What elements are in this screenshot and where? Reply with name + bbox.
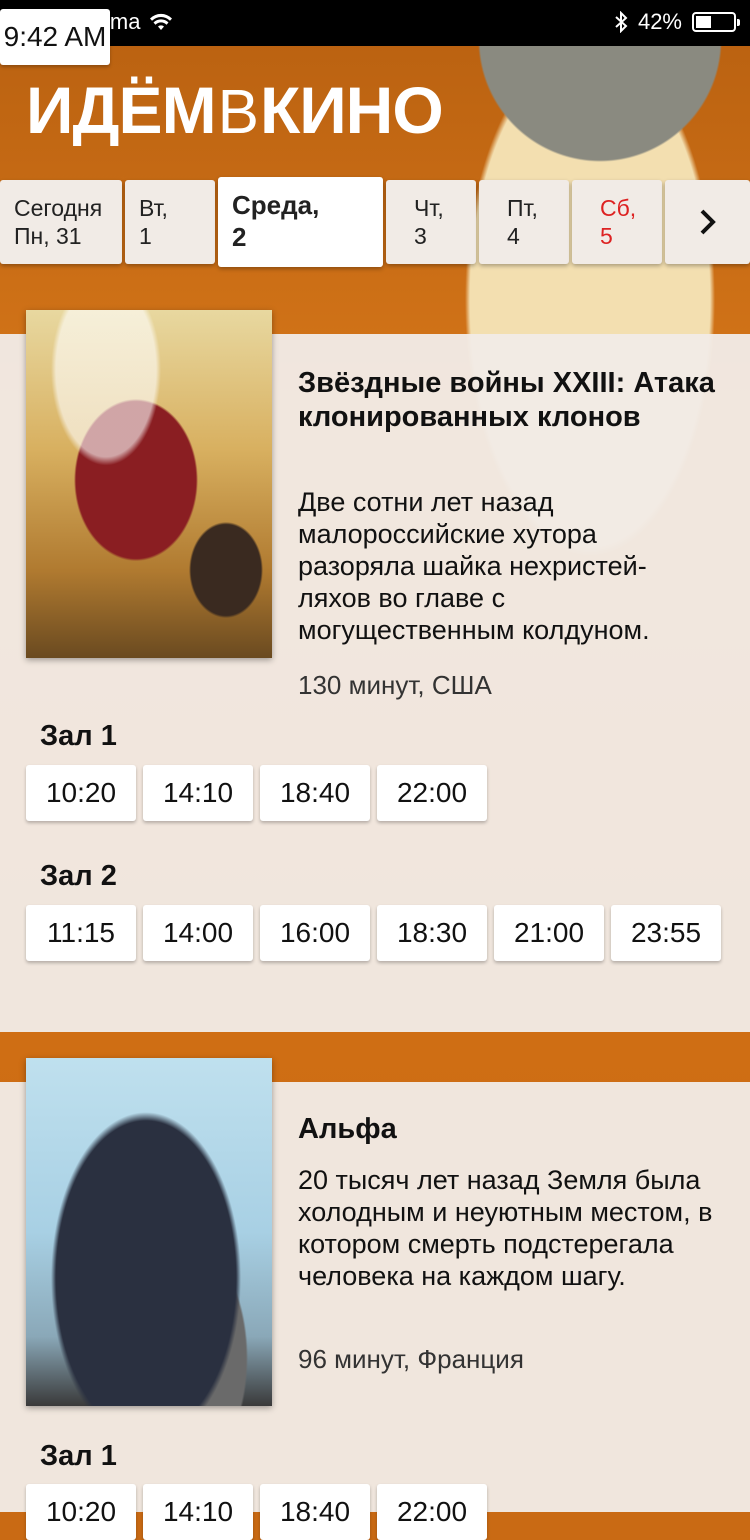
- movie-meta: 96 минут, Франция: [298, 1344, 524, 1374]
- showtime-button[interactable]: 18:40: [260, 765, 370, 821]
- showtime-button[interactable]: 23:55: [611, 905, 721, 961]
- logo-part-3: КИНО: [259, 73, 444, 147]
- showtime-button[interactable]: 11:15: [26, 905, 136, 961]
- day-tab-label: Чт,: [414, 195, 444, 221]
- battery-icon: [692, 12, 740, 32]
- showtime-button[interactable]: 14:10: [143, 765, 253, 821]
- logo-part-2: В: [217, 78, 259, 147]
- day-tab-date: 3: [414, 223, 427, 249]
- showtime-button[interactable]: 22:00: [377, 765, 487, 821]
- movie-poster[interactable]: [26, 310, 272, 658]
- next-days-button[interactable]: [665, 180, 750, 264]
- movie-title[interactable]: Звёздные войны XXIII: Атака клонированны…: [298, 366, 718, 434]
- day-tab-date: 5: [600, 223, 613, 249]
- showtime-button[interactable]: 16:00: [260, 905, 370, 961]
- movie-meta: 130 минут, США: [298, 670, 492, 700]
- showtimes-list: 11:15 14:00 16:00 18:30 21:00 23:55: [26, 905, 721, 961]
- day-tab-date: 4: [507, 223, 520, 249]
- hall-title: Зал 1: [40, 720, 117, 752]
- wifi-icon: [149, 13, 172, 30]
- day-tab-tuesday[interactable]: Вт, 1: [125, 180, 215, 264]
- clock: 9:42 AM: [0, 9, 110, 65]
- showtime-button[interactable]: 21:00: [494, 905, 604, 961]
- day-tab-date: 2: [232, 222, 247, 252]
- hall-title: Зал 1: [40, 1440, 117, 1472]
- movie-poster[interactable]: [26, 1058, 272, 1406]
- day-tab-date: Пн, 31: [14, 223, 82, 249]
- day-tab-saturday[interactable]: Сб, 5: [572, 180, 662, 264]
- day-tab-thursday[interactable]: Чт, 3: [386, 180, 476, 264]
- battery-percent: 42%: [637, 9, 682, 34]
- showtime-button[interactable]: 10:20: [26, 765, 136, 821]
- day-tab-friday[interactable]: Пт, 4: [479, 180, 569, 264]
- day-tab-date: 1: [139, 223, 152, 249]
- day-tab-label: Вт,: [139, 195, 168, 221]
- status-bar: ●●●○○ Figma 9:42 AM 42%: [0, 0, 750, 65]
- day-tab-label: Сегодня: [14, 195, 103, 221]
- movie-title[interactable]: Альфа: [298, 1112, 718, 1146]
- day-tab-label: Среда,: [232, 190, 320, 220]
- showtime-button[interactable]: 10:20: [26, 1484, 136, 1540]
- day-tab-label: Пт,: [507, 195, 538, 221]
- day-tab-label: Сб,: [600, 195, 637, 221]
- showtime-button[interactable]: 18:40: [260, 1484, 370, 1540]
- showtime-button[interactable]: 14:10: [143, 1484, 253, 1540]
- app-logo: ИДЁМ В КИНО: [26, 72, 444, 148]
- showtimes-list: 10:20 14:10 18:40 22:00: [26, 765, 487, 821]
- movie-description: Две сотни лет назад малороссийские хутор…: [298, 487, 650, 645]
- chevron-right-icon: [700, 209, 716, 235]
- hall-title: Зал 2: [40, 860, 117, 892]
- bluetooth-icon: [615, 11, 628, 33]
- showtime-button[interactable]: 22:00: [377, 1484, 487, 1540]
- showtimes-list: 10:20 14:10 18:40 22:00: [26, 1484, 487, 1540]
- day-tab-today[interactable]: Сегодня Пн, 31: [0, 180, 122, 264]
- movie-description: 20 тысяч лет назад Земля была холодным и…: [298, 1165, 713, 1291]
- showtime-button[interactable]: 14:00: [143, 905, 253, 961]
- logo-part-1: ИДЁМ: [26, 73, 217, 147]
- day-tab-wednesday[interactable]: Среда, 2: [218, 177, 383, 267]
- showtime-button[interactable]: 18:30: [377, 905, 487, 961]
